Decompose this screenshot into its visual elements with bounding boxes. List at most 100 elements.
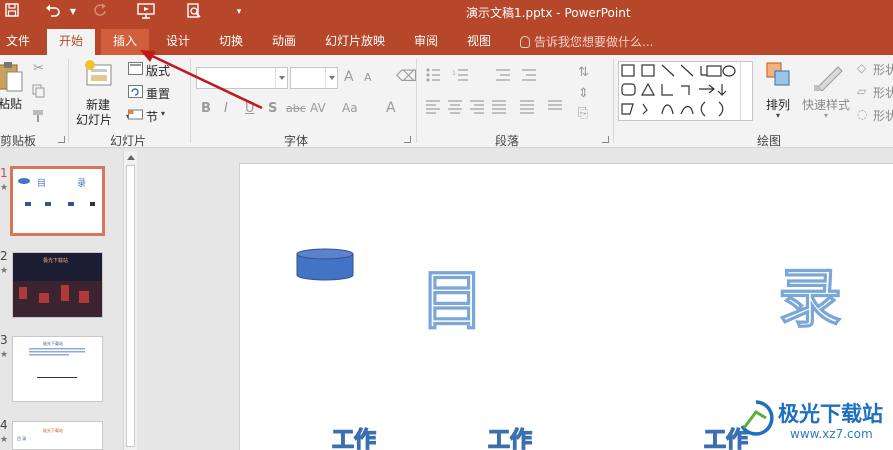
thumb-title: 极光下载站 — [43, 257, 68, 264]
scrollbar-thumb[interactable] — [126, 165, 135, 447]
thumbnail-content: 极光下载站 — [29, 340, 85, 378]
start-from-beginning-icon[interactable] — [137, 3, 155, 21]
shape-fill-label[interactable]: 形状 — [873, 61, 893, 78]
paragraph-launcher[interactable] — [602, 136, 609, 143]
tab-animations[interactable]: 动画 — [264, 29, 304, 55]
redo-icon — [91, 3, 109, 21]
tab-insert[interactable]: 插入 — [101, 29, 150, 55]
tab-home[interactable]: 开始 — [47, 29, 96, 55]
character-spacing-button[interactable]: AV — [310, 101, 326, 115]
arrange-icon[interactable] — [765, 61, 793, 94]
tell-me-text: 告诉我您想要做什么... — [534, 35, 654, 49]
align-text-icon[interactable]: ⇕ — [578, 86, 589, 101]
thumb-title: 极光下载站 — [43, 427, 63, 433]
clear-formatting-icon[interactable]: ⌫ — [396, 67, 417, 85]
convert-smartart-icon[interactable]: ⎘ — [578, 106, 588, 121]
svg-text:1: 1 — [452, 70, 456, 77]
new-slide-icon[interactable] — [84, 59, 114, 92]
shrink-font-icon[interactable]: A — [364, 71, 372, 84]
title-char-left[interactable]: 目 — [419, 250, 484, 342]
reset-icon[interactable] — [128, 85, 143, 101]
slide-thumbnail-3[interactable]: 极光下载站 — [12, 336, 103, 402]
tab-file[interactable]: 文件 — [0, 29, 38, 55]
strikethrough-button[interactable]: abc — [286, 102, 306, 115]
shape-fill-icon[interactable]: ◇ — [857, 61, 866, 75]
lightbulb-icon — [520, 36, 530, 48]
save-icon[interactable] — [3, 3, 21, 21]
divider — [613, 59, 614, 143]
thumbnails-scrollbar[interactable] — [123, 151, 137, 450]
grow-font-icon[interactable]: A — [344, 69, 354, 85]
tab-slideshow[interactable]: 幻灯片放映 — [317, 29, 393, 55]
shapes-icons[interactable] — [619, 62, 741, 120]
paste-icon[interactable] — [0, 61, 24, 96]
slides-group-label: 幻灯片 — [110, 134, 147, 148]
shape-effects-icon[interactable]: ◌ — [857, 107, 867, 121]
underline-button[interactable]: U — [245, 101, 255, 116]
thumb-title: 极光下载站 — [43, 340, 63, 346]
layout-icon[interactable] — [128, 62, 143, 78]
title-char-right[interactable]: 录 — [777, 248, 842, 340]
scroll-up-icon[interactable] — [127, 155, 135, 160]
cut-icon[interactable]: ✂ — [33, 61, 44, 76]
chevron-down-icon[interactable] — [325, 68, 337, 88]
bold-button[interactable]: B — [201, 101, 211, 116]
shapes-gallery[interactable] — [618, 61, 753, 121]
quick-styles-dropdown-icon[interactable]: ▾ — [824, 111, 828, 120]
tab-transitions[interactable]: 切换 — [211, 29, 251, 55]
reset-label[interactable]: 重置 — [146, 85, 170, 102]
font-name-combo[interactable] — [196, 67, 288, 89]
shadow-button[interactable]: S — [268, 101, 277, 116]
watermark-logo — [740, 400, 774, 436]
font-color-button[interactable]: A — [386, 100, 396, 116]
slide-thumbnail-2[interactable]: 极光下载站 — [12, 252, 103, 318]
slide-thumbnail-1[interactable]: 目 录 — [10, 166, 105, 236]
font-size-combo[interactable] — [290, 67, 338, 89]
slide-number: 2 — [0, 249, 8, 263]
section-label[interactable]: 节 — [146, 108, 158, 125]
paste-label[interactable]: 粘贴 — [0, 95, 22, 112]
divider — [68, 59, 69, 143]
work-item-1[interactable]: 工作 — [331, 422, 376, 450]
section-icon[interactable] — [128, 108, 143, 124]
slide-thumbnail-4[interactable]: 极光下载站 目 录 — [12, 421, 103, 450]
work-item-2[interactable]: 工作 — [487, 422, 532, 450]
bullets-icon[interactable]: 1 — [426, 67, 576, 86]
change-case-button[interactable]: Aa — [342, 101, 358, 115]
cylinder-shape[interactable] — [295, 248, 355, 282]
tell-me-search[interactable]: 告诉我您想要做什么... — [520, 33, 653, 50]
customize-icon[interactable]: ▾ — [230, 3, 248, 21]
align-icons[interactable] — [426, 99, 576, 118]
layout-label[interactable]: 版式 — [146, 62, 170, 79]
shape-outline-icon[interactable]: ▱ — [857, 84, 866, 98]
italic-button[interactable]: I — [224, 101, 228, 116]
copy-icon[interactable] — [32, 84, 46, 101]
gallery-scroll[interactable] — [740, 62, 752, 120]
thumbnail-content: 目 录 — [18, 178, 95, 206]
clipboard-group-label: 剪贴板 — [0, 134, 37, 148]
undo-dropdown-icon[interactable]: ▼ — [64, 3, 82, 21]
format-painter-icon[interactable] — [32, 109, 46, 126]
quick-styles-icon[interactable] — [812, 61, 844, 94]
ribbon: 粘贴 ✂ 剪贴板 新建 幻灯片 ▾ 版式 重置 节 ▾ 幻灯片 A A ⌫ B … — [0, 55, 893, 148]
section-dropdown-icon[interactable]: ▾ — [161, 109, 165, 118]
thumb-title-left: 目 — [37, 178, 46, 189]
tab-review[interactable]: 审阅 — [406, 29, 446, 55]
new-slide-label-line2[interactable]: 幻灯片 — [76, 111, 112, 128]
watermark-text: 极光下载站 — [778, 402, 883, 426]
clipboard-launcher[interactable] — [58, 136, 65, 143]
font-launcher[interactable] — [404, 136, 411, 143]
shape-effects-label[interactable]: 形状 — [873, 107, 893, 124]
animation-star-icon: ★ — [0, 435, 9, 445]
paragraph-group-label: 段落 — [495, 134, 520, 148]
print-preview-icon[interactable] — [185, 3, 203, 21]
text-direction-icon[interactable]: ⇅ — [578, 65, 589, 80]
tab-design[interactable]: 设计 — [158, 29, 198, 55]
tab-view[interactable]: 视图 — [459, 29, 499, 55]
shape-outline-label[interactable]: 形状 — [873, 84, 893, 101]
slide-number: 1 — [0, 166, 8, 180]
chevron-down-icon[interactable] — [275, 68, 287, 88]
undo-icon[interactable] — [44, 3, 62, 21]
arrange-dropdown-icon[interactable]: ▾ — [776, 111, 780, 120]
watermark-url: www.xz7.com — [790, 427, 873, 441]
